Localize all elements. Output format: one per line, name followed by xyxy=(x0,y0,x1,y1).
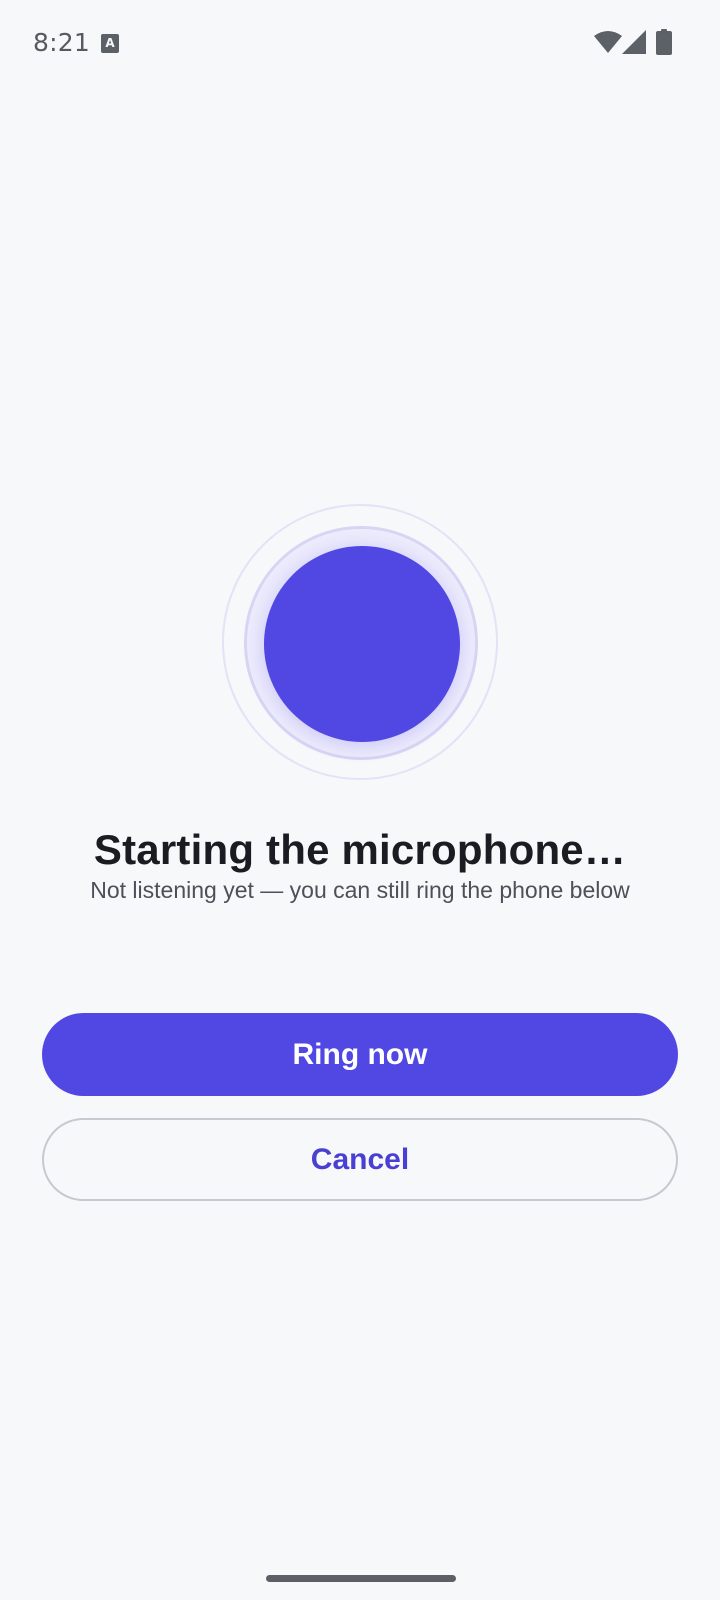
signal-icon xyxy=(622,30,646,54)
home-indicator[interactable] xyxy=(266,1575,456,1582)
screen: 8:21 A Starting the microphone… Not list… xyxy=(0,0,720,1600)
ring-now-button[interactable]: Ring now xyxy=(42,1013,678,1096)
orb-core xyxy=(264,546,460,742)
microphone-orb-icon xyxy=(222,504,498,780)
battery-icon xyxy=(656,29,672,55)
cancel-button[interactable]: Cancel xyxy=(42,1118,678,1201)
status-bar: 8:21 A xyxy=(0,0,720,88)
status-time: 8:21 xyxy=(33,28,90,57)
status-subtitle: Not listening yet — you can still ring t… xyxy=(90,877,630,903)
notification-icon: A xyxy=(101,34,119,53)
status-title: Starting the microphone… xyxy=(93,826,627,873)
wifi-icon xyxy=(594,31,622,53)
